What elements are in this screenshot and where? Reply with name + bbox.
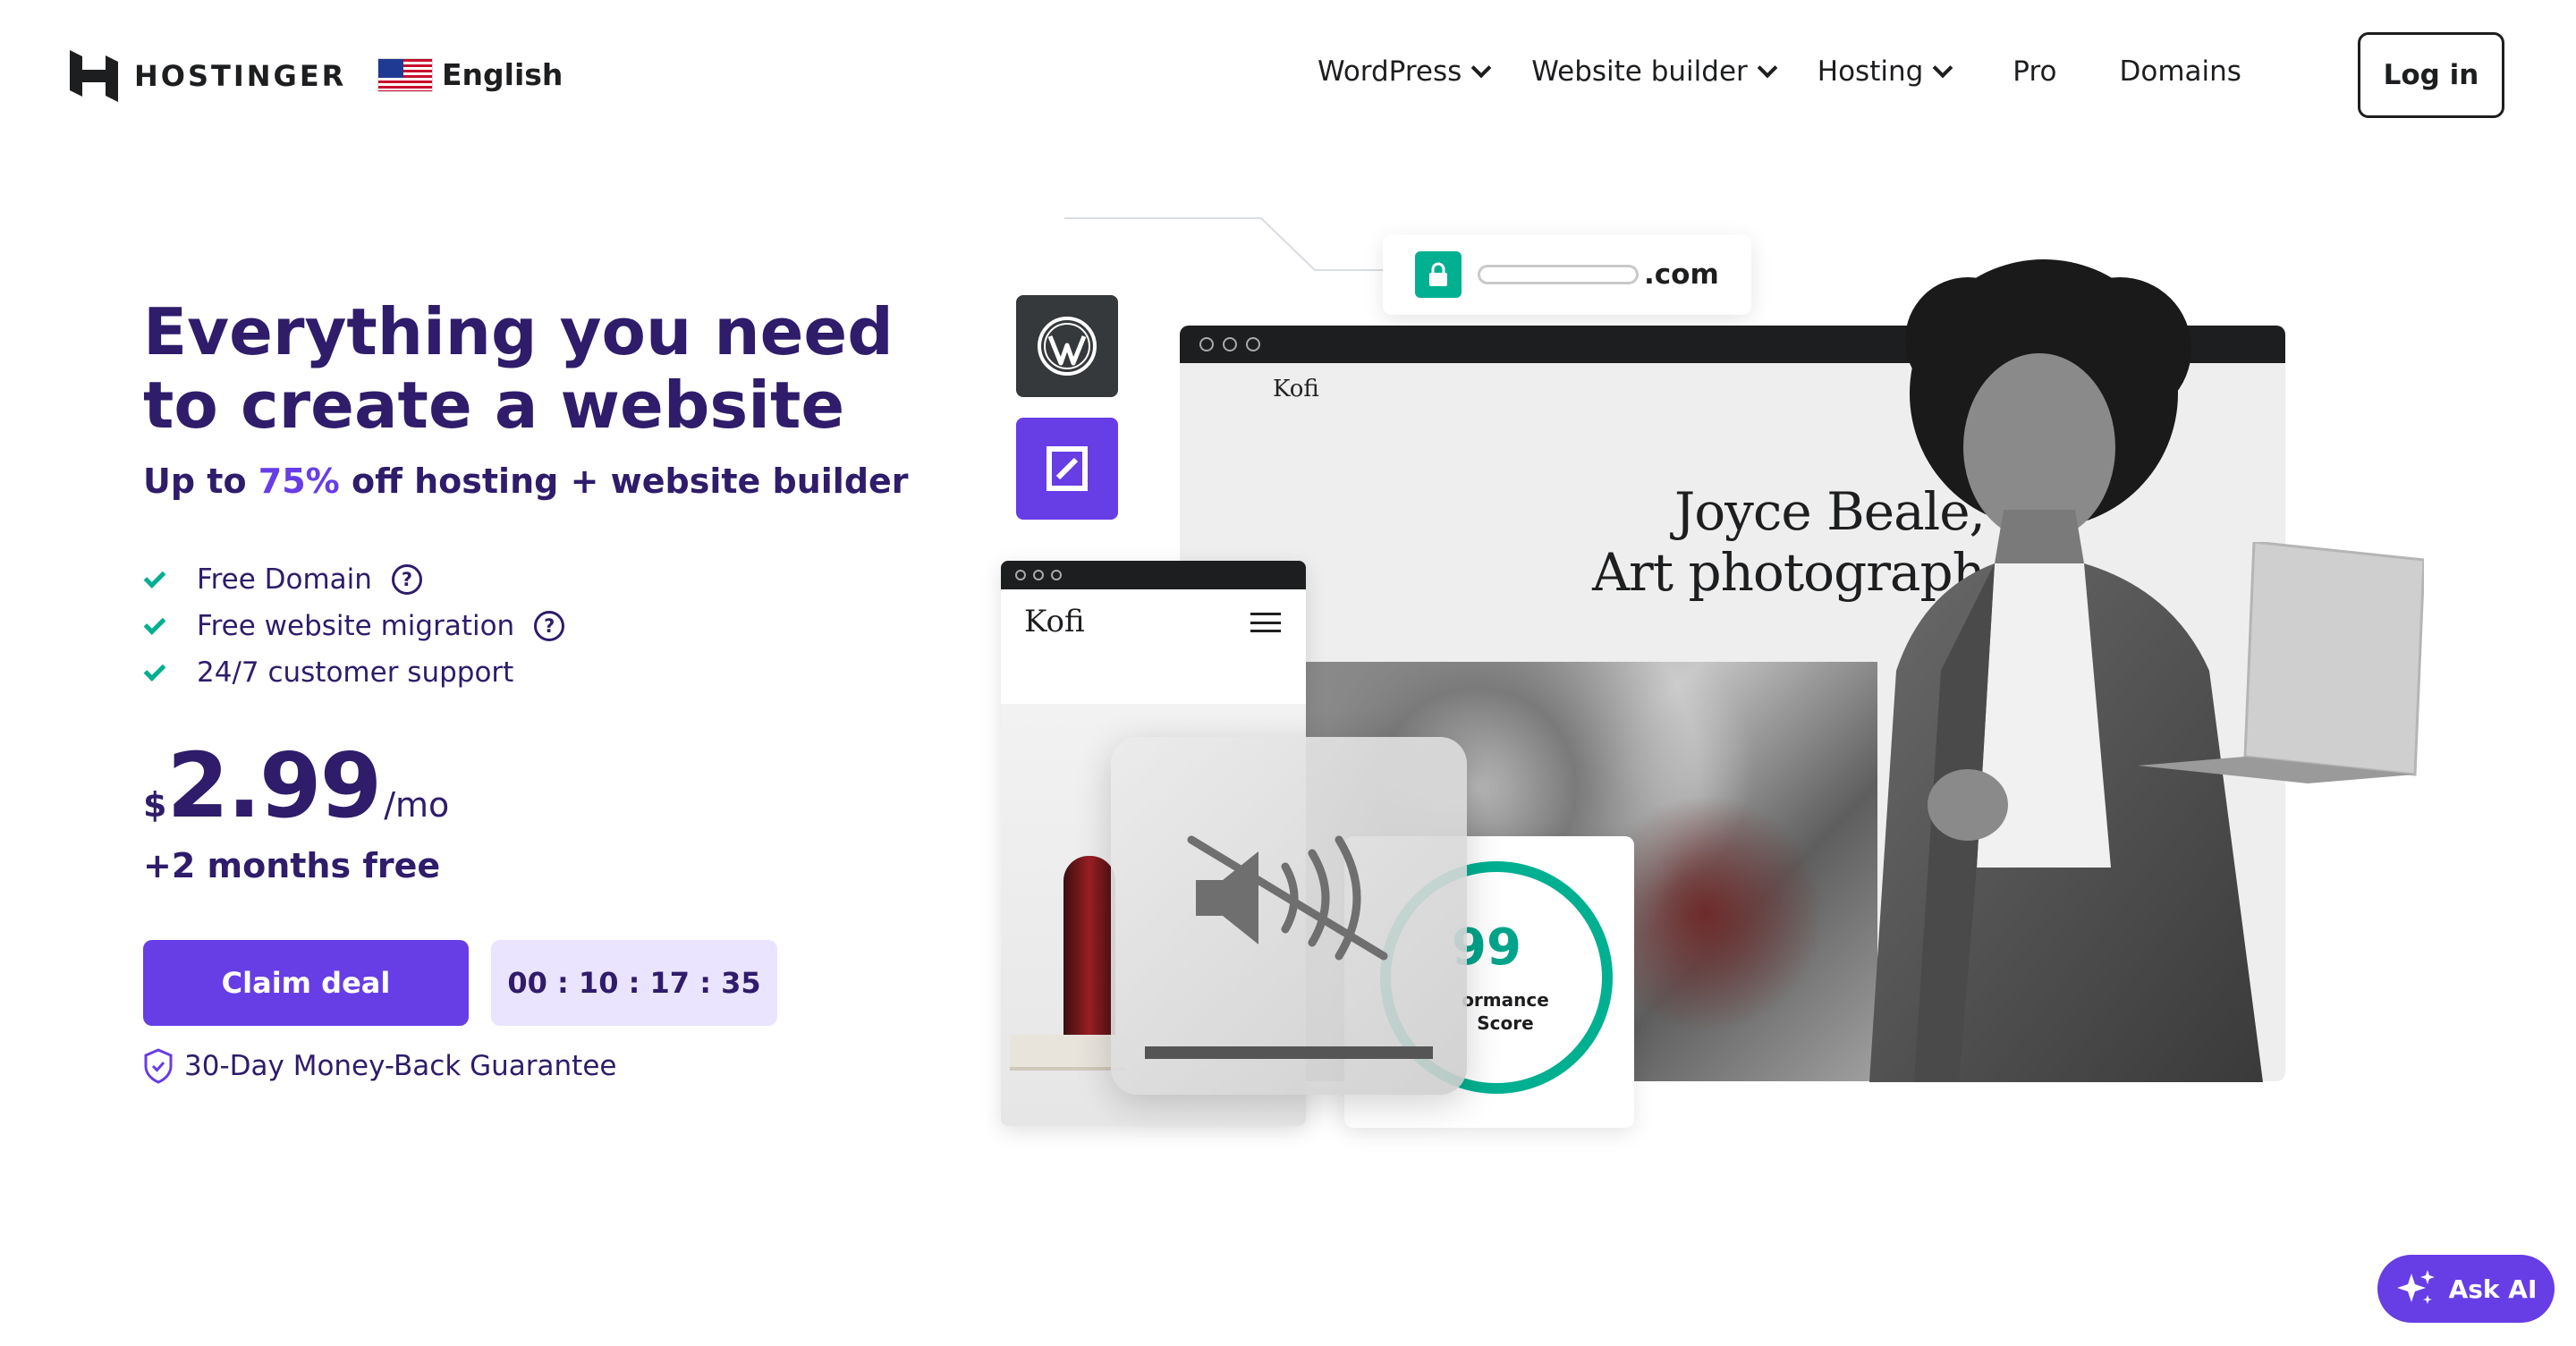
window-dot — [1051, 570, 1062, 580]
hero-subtitle: Up to 75% off hosting + website builder — [143, 461, 909, 501]
ask-ai-button[interactable]: Ask AI — [2377, 1255, 2555, 1323]
sparkle-icon — [2396, 1270, 2435, 1304]
books-shape — [1010, 1035, 1126, 1071]
guarantee-label: 30-Day Money-Back Guarantee — [184, 1050, 617, 1082]
feature-label: 24/7 customer support — [197, 656, 514, 689]
subtitle-text: Up to — [143, 461, 258, 501]
chevron-down-icon — [1470, 57, 1492, 79]
nav-domains[interactable]: Domains — [2119, 55, 2241, 88]
url-placeholder — [1478, 265, 1639, 284]
list-item: Free website migration ? — [143, 603, 565, 649]
vase-shape — [1063, 856, 1115, 1062]
claim-deal-button[interactable]: Claim deal — [143, 940, 469, 1026]
help-circle-icon[interactable]: ? — [391, 564, 422, 595]
chevron-down-icon — [1932, 57, 1953, 79]
nav-label: Hosting — [1817, 55, 1924, 88]
laptop-image — [2138, 542, 2424, 783]
login-button[interactable]: Log in — [2358, 32, 2504, 118]
window-dot — [1199, 337, 1214, 351]
bonus-text: +2 months free — [143, 846, 441, 885]
url-bar-card: .com — [1383, 234, 1751, 315]
language-label: English — [442, 57, 564, 92]
feature-list: Free Domain ? Free website migration ? 2… — [143, 556, 565, 696]
feature-label: Free Domain — [197, 563, 372, 596]
window-dot — [1015, 570, 1026, 580]
check-icon — [143, 565, 166, 588]
chevron-down-icon — [1757, 57, 1778, 79]
hamburger-menu-icon — [1250, 613, 1281, 632]
hostinger-builder-icon — [1016, 418, 1118, 520]
shield-check-icon — [144, 1048, 173, 1084]
list-item: Free Domain ? — [143, 556, 564, 603]
money-back-guarantee: 30-Day Money-Back Guarantee — [143, 1048, 616, 1084]
video-mute-overlay[interactable] — [1111, 737, 1467, 1095]
us-flag-icon — [377, 57, 433, 92]
discount-highlight: 75% — [258, 461, 340, 501]
help-circle-icon[interactable]: ? — [534, 611, 565, 641]
nav-label: WordPress — [1318, 55, 1462, 88]
site-name: Kofi — [1024, 604, 1085, 639]
wordpress-icon — [1016, 295, 1118, 397]
url-suffix: .com — [1644, 258, 1719, 291]
connector-line — [1064, 217, 1386, 271]
window-dot — [1246, 337, 1260, 351]
brand-logo[interactable]: HOSTINGER — [70, 50, 346, 102]
price-period: /mo — [384, 785, 450, 825]
price-amount: 2.99 — [166, 733, 382, 838]
nav-label: Pro — [2012, 55, 2057, 88]
price: $ 2.99 /mo — [143, 733, 449, 838]
price-currency: $ — [143, 785, 167, 825]
mute-icon — [1187, 835, 1388, 961]
nav-wordpress[interactable]: WordPress — [1318, 55, 1492, 88]
nav-website-builder[interactable]: Website builder — [1531, 55, 1778, 88]
window-dot — [1223, 337, 1237, 351]
window-dot — [1033, 570, 1044, 580]
ask-ai-label: Ask AI — [2448, 1274, 2538, 1304]
hero-title: Everything you need to create a website — [143, 294, 894, 443]
lock-icon — [1415, 251, 1462, 298]
check-icon — [143, 658, 166, 681]
language-selector[interactable]: English — [377, 57, 563, 92]
check-icon — [143, 612, 166, 635]
nav-hosting[interactable]: Hosting — [1817, 55, 1953, 88]
nav-label: Website builder — [1531, 55, 1748, 88]
nav-label: Domains — [2119, 55, 2241, 88]
hostinger-logo-icon — [70, 50, 118, 102]
browser-titlebar — [1001, 561, 1306, 589]
nav-pro[interactable]: Pro — [2012, 55, 2056, 88]
list-item: 24/7 customer support — [143, 649, 564, 696]
progress-bar — [1145, 1046, 1433, 1059]
brand-name: HOSTINGER — [134, 59, 347, 93]
countdown-timer: 00 : 10 : 17 : 35 — [491, 940, 777, 1026]
subtitle-text: off hosting + website builder — [339, 461, 909, 501]
site-name: Kofi — [1273, 376, 1319, 402]
feature-label: Free website migration — [197, 610, 515, 642]
main-nav: WordPress Website builder Hosting Pro Do… — [1318, 55, 2241, 88]
